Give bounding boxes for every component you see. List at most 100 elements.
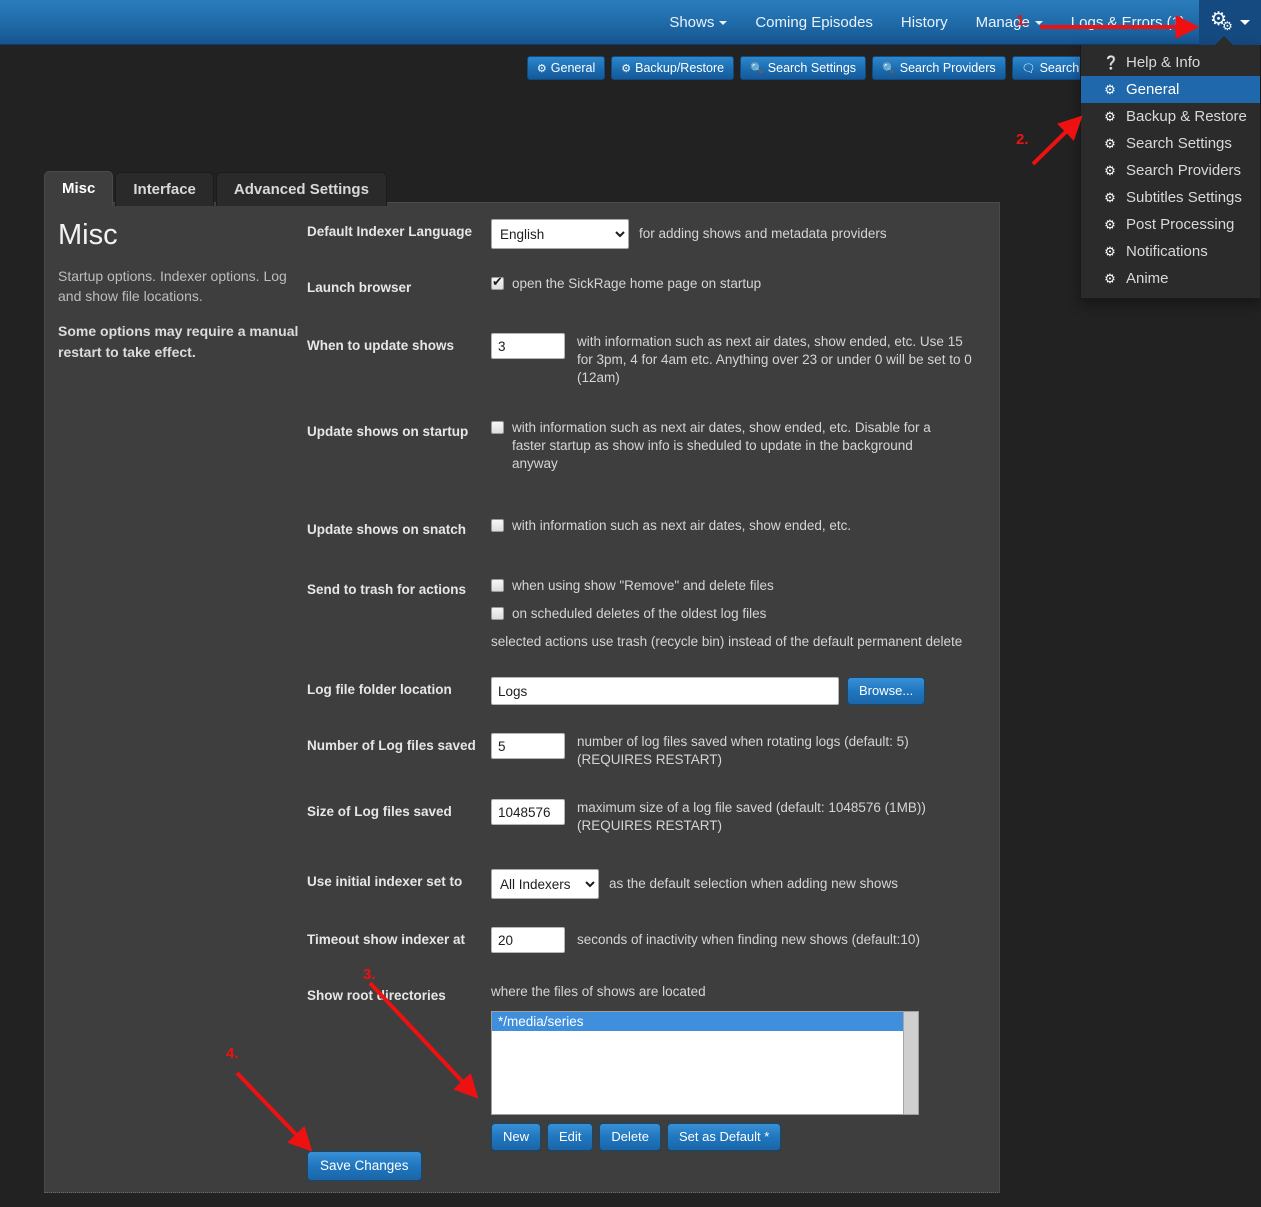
field-hint: when using show "Remove" and delete file…	[512, 578, 774, 593]
settings-dropdown-menu: ❔ Help & Info ⚙ General ⚙ Backup & Restore …	[1080, 36, 1261, 299]
checkbox-line: with information such as next air dates,…	[491, 517, 997, 535]
submenu-button-search-providers[interactable]: 🔍 Search Providers	[872, 56, 1006, 80]
field-control: maximum size of a log file saved (defaul…	[491, 799, 997, 835]
field-hint: maximum size of a log file saved (defaul…	[577, 800, 926, 833]
save-changes-button[interactable]: Save Changes	[307, 1151, 422, 1181]
submenu-toolbar: ⚙ General ⚙ Backup/Restore 🔍 Search Setting…	[0, 56, 1261, 80]
initial-indexer-select[interactable]: All Indexers	[491, 869, 599, 899]
dropdown-item-help-info[interactable]: ❔ Help & Info	[1081, 49, 1260, 76]
new-directory-button[interactable]: New	[491, 1123, 542, 1151]
log-size-input[interactable]	[491, 799, 565, 825]
trash-note: selected actions use trash (recycle bin)…	[491, 634, 963, 649]
trash-scheduled-deletes-checkbox[interactable]	[491, 607, 504, 620]
field-label: Size of Log files saved	[307, 804, 452, 819]
submenu-button-label: Search Settings	[767, 61, 857, 75]
field-control: All Indexers as the default selection wh…	[491, 869, 997, 899]
checkbox-line: on scheduled deletes of the oldest log f…	[491, 605, 997, 623]
when-to-update-input[interactable]	[491, 333, 565, 359]
field-control: open the SickRage home page on startup	[491, 274, 997, 303]
submenu-button-label: General	[550, 61, 596, 75]
field-label: Show root directories	[307, 988, 446, 1003]
field-hint: with information such as next air dates,…	[577, 334, 972, 385]
submenu-button-search-settings[interactable]: 🔍 Search Settings	[740, 56, 867, 80]
panel-restart-note: Some options may require a manual restar…	[58, 323, 299, 360]
field-control: with information such as next air dates,…	[491, 333, 997, 387]
update-on-startup-checkbox[interactable]	[491, 421, 504, 434]
field-row-when-to-update: When to update shows with information su…	[307, 333, 997, 387]
log-count-input[interactable]	[491, 733, 565, 759]
browse-button[interactable]: Browse...	[847, 677, 926, 705]
dropdown-item-search-providers[interactable]: ⚙ Search Providers	[1081, 157, 1260, 184]
tab-misc[interactable]: Misc	[44, 171, 114, 206]
edit-directory-button[interactable]: Edit	[547, 1123, 594, 1151]
dropdown-item-notifications[interactable]: ⚙ Notifications	[1081, 238, 1260, 265]
root-dirs-hint: where the files of shows are located	[491, 984, 706, 999]
submenu-button-label: Search Providers	[899, 61, 996, 75]
root-directories-listbox[interactable]: */media/series	[491, 1011, 919, 1115]
dropdown-item-label: Anime	[1126, 270, 1169, 287]
gear-icon: ⚙	[1104, 135, 1116, 151]
search-icon: 🔍	[750, 63, 764, 75]
tab-advanced-settings[interactable]: Advanced Settings	[215, 172, 387, 206]
nav-item-coming-episodes[interactable]: Coming Episodes	[741, 0, 887, 45]
field-label: Update shows on startup	[307, 424, 469, 439]
dropdown-item-subtitles-settings[interactable]: ⚙ Subtitles Settings	[1081, 184, 1260, 211]
field-row-update-on-startup: Update shows on startup with information…	[307, 419, 997, 483]
submenu-button-general[interactable]: ⚙ General	[526, 56, 606, 80]
update-on-snatch-checkbox[interactable]	[491, 519, 504, 532]
nav-item-manage[interactable]: Manage	[962, 0, 1057, 45]
dropdown-item-label: Search Providers	[1126, 162, 1242, 179]
field-label: Timeout show indexer at	[307, 932, 466, 947]
double-gear-icon: ⚙ ⚙	[1210, 9, 1233, 33]
trash-remove-checkbox[interactable]	[491, 579, 504, 592]
chevron-down-icon	[1034, 20, 1043, 25]
field-row-update-on-snatch: Update shows on snatch with information …	[307, 517, 997, 545]
nav-item-shows[interactable]: Shows	[655, 0, 741, 45]
submenu-button-backup-restore[interactable]: ⚙ Backup/Restore	[611, 56, 735, 80]
log-folder-input[interactable]	[491, 677, 839, 705]
panel-description: Startup options. Indexer options. Log an…	[58, 268, 287, 304]
page-title: Misc	[58, 219, 118, 251]
field-control: with information such as next air dates,…	[491, 517, 997, 545]
field-control: number of log files saved when rotating …	[491, 733, 997, 769]
field-control: where the files of shows are located */m…	[491, 983, 997, 1151]
set-as-default-button[interactable]: Set as Default *	[667, 1123, 782, 1151]
launch-browser-checkbox[interactable]	[491, 274, 504, 290]
dropdown-item-general[interactable]: ⚙ General	[1081, 76, 1260, 103]
dropdown-item-label: Backup & Restore	[1126, 108, 1247, 125]
nav-item-logs-errors[interactable]: Logs & Errors (1)	[1057, 0, 1199, 45]
timeout-indexer-input[interactable]	[491, 927, 565, 953]
settings-panel: Misc Startup options. Indexer options. L…	[44, 202, 1000, 1193]
chevron-down-icon	[1240, 19, 1250, 25]
delete-directory-button[interactable]: Delete	[599, 1123, 661, 1151]
dropdown-item-search-settings[interactable]: ⚙ Search Settings	[1081, 130, 1260, 157]
dropdown-item-anime[interactable]: ⚙ Anime	[1081, 265, 1260, 292]
field-label: Launch browser	[307, 280, 412, 295]
annotation-arrow-2	[1031, 115, 1083, 166]
dropdown-item-label: Notifications	[1126, 243, 1208, 260]
gear-icon: ⚙	[621, 63, 632, 75]
field-hint: with information such as next air dates,…	[512, 518, 852, 533]
field-label: Use initial indexer set to	[307, 874, 463, 889]
save-changes-wrap: Save Changes	[307, 1151, 422, 1181]
nav-item-history[interactable]: History	[887, 0, 962, 45]
indexer-language-select[interactable]: English	[491, 219, 629, 249]
field-row-log-size: Size of Log files saved maximum size of …	[307, 799, 997, 835]
field-label: When to update shows	[307, 338, 454, 353]
field-row-indexer-language: Default Indexer Language English for add…	[307, 219, 997, 249]
submenu-button-label: Backup/Restore	[635, 61, 725, 75]
field-row-log-folder: Log file folder location Browse...	[307, 677, 997, 705]
gear-icon: ⚙	[1104, 108, 1116, 124]
nav-item-label: Shows	[669, 13, 715, 31]
annotation-number-3: 3.	[363, 966, 376, 983]
gear-icon: ⚙	[1104, 243, 1116, 259]
field-control: when using show "Remove" and delete file…	[491, 577, 997, 651]
list-item[interactable]: */media/series	[492, 1012, 918, 1031]
tab-interface[interactable]: Interface	[115, 172, 214, 206]
checkbox-line: with information such as next air dates,…	[491, 419, 997, 473]
gear-icon: ⚙	[1104, 216, 1116, 232]
dropdown-item-backup-restore[interactable]: ⚙ Backup & Restore	[1081, 103, 1260, 130]
dropdown-item-label: Search Settings	[1126, 135, 1232, 152]
dropdown-item-post-processing[interactable]: ⚙ Post Processing	[1081, 211, 1260, 238]
listbox-scrollbar[interactable]	[903, 1012, 918, 1114]
